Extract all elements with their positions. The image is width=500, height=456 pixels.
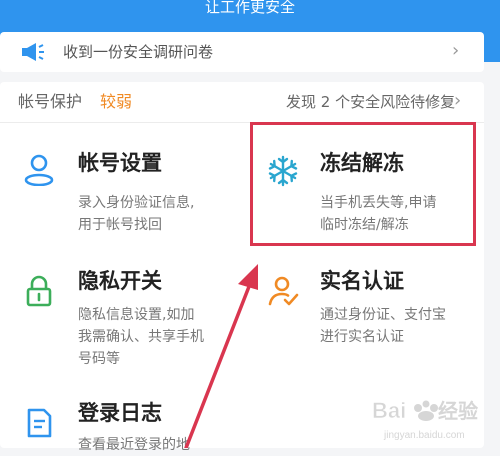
annotation-arrow (184, 264, 258, 448)
svg-text:经验: 经验 (438, 399, 478, 423)
baidu-logo-icon: Bai 经验 jingyan.baidu.com (372, 398, 478, 441)
baidu-jingyan-watermark: Bai 经验 jingyan.baidu.com (370, 392, 496, 444)
svg-text:jingyan.baidu.com: jingyan.baidu.com (383, 430, 465, 441)
svg-text:Bai: Bai (372, 398, 406, 423)
